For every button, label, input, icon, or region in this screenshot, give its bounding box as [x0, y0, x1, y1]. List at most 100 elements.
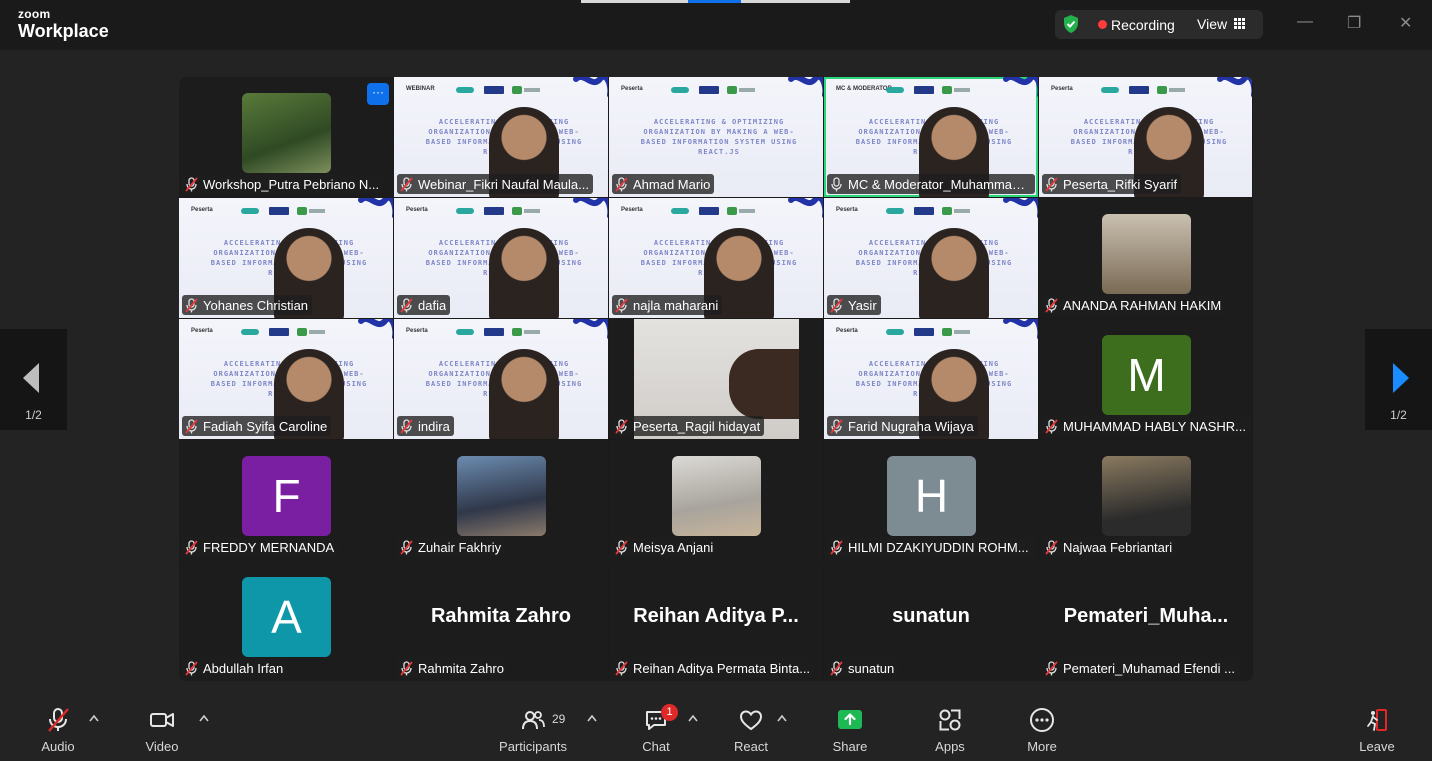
participant-name: ANANDA RAHMAN HAKIM [1063, 297, 1222, 313]
microphone-muted-icon [185, 297, 198, 313]
slide-decoration-icon [1003, 77, 1038, 98]
microphone-muted-icon [400, 297, 413, 313]
leave-button[interactable]: Leave [1337, 700, 1417, 761]
participant-name-tag: MC & Moderator_Muhammad ... [827, 174, 1035, 194]
slide-logos [886, 324, 976, 336]
participant-tile[interactable]: Najwaa Febriantari [1039, 440, 1252, 560]
video-label: Video [145, 739, 179, 754]
recording-dot-icon [1098, 20, 1107, 29]
participant-tile[interactable]: Peserta_Ragil hidayat [609, 319, 823, 439]
audio-options-chevron-up-icon[interactable] [89, 714, 99, 722]
minimize-icon[interactable]: — [1297, 13, 1313, 31]
slide-logos [1101, 82, 1191, 94]
participant-tile[interactable]: PesertaACCELERATING & OPTIMIZING ORGANIZ… [824, 319, 1038, 439]
participant-name: MC & Moderator_Muhammad ... [848, 176, 1031, 192]
recording-label[interactable]: Recording [1111, 17, 1175, 33]
profile-photo [242, 93, 331, 173]
more-button[interactable]: More [1002, 700, 1082, 761]
next-page-indicator: 1/2 [1390, 408, 1407, 422]
participant-tile[interactable]: Pemateri_Muha... Pemateri_Muhamad Efendi … [1039, 561, 1252, 681]
apps-label: Apps [935, 739, 965, 754]
participant-tile[interactable]: Meisya Anjani [609, 440, 823, 560]
participant-name-tag: Reihan Aditya Permata Binta... [612, 658, 815, 678]
top-tab-strip-active [688, 0, 741, 3]
participant-tile[interactable]: ANANDA RAHMAN HAKIM [1039, 198, 1252, 318]
leave-door-icon [1367, 709, 1387, 731]
participant-name: indira [418, 418, 450, 434]
slide-decoration-icon [573, 319, 608, 340]
participant-tile[interactable]: M MUHAMMAD HABLY NASHR... [1039, 319, 1252, 439]
participant-tile[interactable]: PesertaACCELERATING & OPTIMIZING ORGANIZ… [609, 198, 823, 318]
participant-video [489, 349, 559, 439]
participant-tile[interactable]: PesertaACCELERATING & OPTIMIZING ORGANIZ… [824, 198, 1038, 318]
participant-tile[interactable]: PesertaACCELERATING & OPTIMIZING ORGANIZ… [179, 319, 393, 439]
participant-name: Yohanes Christian [203, 297, 309, 313]
next-page-button[interactable]: 1/2 [1365, 329, 1432, 430]
slide-logos [241, 203, 331, 215]
microphone-muted-icon [1045, 297, 1058, 313]
participant-tile[interactable]: H HILMI DZAKIYUDDIN ROHM... [824, 440, 1038, 560]
participant-tile[interactable]: MC & MODERATORACCELERATING & OPTIMIZING … [824, 77, 1038, 197]
participant-display-name: sunatun [892, 605, 970, 627]
apps-button[interactable]: Apps [910, 700, 990, 761]
microphone-muted-icon [185, 418, 198, 434]
audio-label: Audio [41, 739, 75, 754]
slide-logos [671, 203, 761, 215]
apps-icon [939, 709, 961, 731]
participant-name-tag: Meisya Anjani [612, 537, 718, 557]
video-button[interactable]: Video [122, 700, 202, 761]
react-button[interactable]: React [711, 700, 791, 761]
react-options-chevron-up-icon[interactable] [777, 714, 787, 722]
participant-tile[interactable]: Zuhair Fakhriy [394, 440, 608, 560]
top-tab-strip [741, 0, 850, 3]
participant-name: HILMI DZAKIYUDDIN ROHM... [848, 539, 1029, 555]
participant-name-tag: Najwaa Febriantari [1042, 537, 1177, 557]
chat-button[interactable]: Chat [616, 700, 696, 761]
participant-tile[interactable]: F FREDDY MERNANDA [179, 440, 393, 560]
microphone-muted-icon [1045, 176, 1058, 192]
participants-button[interactable]: Participants [493, 700, 573, 761]
avatar-initial: M [1102, 335, 1191, 415]
slide-logos [456, 203, 546, 215]
slide-tag: Peserta [621, 86, 643, 92]
participant-name-tag: Rahmita Zahro [397, 658, 508, 678]
participant-name-tag: Peserta_Ragil hidayat [612, 416, 765, 436]
avatar-initial: F [242, 456, 331, 536]
prev-page-indicator: 1/2 [25, 408, 42, 422]
participant-tile[interactable]: A Abdullah Irfan [179, 561, 393, 681]
chat-options-chevron-up-icon[interactable] [688, 714, 698, 722]
more-label: More [1027, 739, 1057, 754]
close-icon[interactable]: ✕ [1399, 13, 1412, 33]
participant-name: Yasir [848, 297, 877, 313]
microphone-muted-icon [830, 539, 843, 555]
participant-name-tag: dafia [397, 295, 451, 315]
participant-tile[interactable]: ··· Workshop_Putra Pebriano N... [179, 77, 393, 197]
audio-button[interactable]: Audio [18, 700, 98, 761]
participant-name-tag: najla maharani [612, 295, 723, 315]
participant-tile[interactable]: Rahmita Zahro Rahmita Zahro [394, 561, 608, 681]
prev-page-button[interactable]: 1/2 [0, 329, 67, 430]
share-button[interactable]: Share [810, 700, 890, 761]
participants-options-chevron-up-icon[interactable] [587, 714, 597, 722]
participant-tile[interactable]: PesertaACCELERATING & OPTIMIZING ORGANIZ… [179, 198, 393, 318]
participant-tile[interactable]: Reihan Aditya P... Reihan Aditya Permata … [609, 561, 823, 681]
participant-name: Reihan Aditya Permata Binta... [633, 660, 811, 676]
shield-check-icon[interactable] [1062, 14, 1080, 34]
participant-video [489, 228, 559, 318]
participant-tile[interactable]: PesertaACCELERATING & OPTIMIZING ORGANIZ… [394, 198, 608, 318]
video-options-chevron-up-icon[interactable] [199, 714, 209, 722]
grid-view-icon[interactable] [1234, 18, 1245, 29]
participant-tile[interactable]: sunatun sunatun [824, 561, 1038, 681]
restore-icon[interactable]: ❐ [1347, 13, 1361, 33]
view-button[interactable]: View [1197, 16, 1227, 32]
participant-name-tag: Fadiah Syifa Caroline [182, 416, 332, 436]
participant-tile[interactable]: PesertaACCELERATING & OPTIMIZING ORGANIZ… [609, 77, 823, 197]
slide-tag: Peserta [836, 207, 858, 213]
tile-more-options-button[interactable]: ··· [367, 83, 389, 105]
participant-name-tag: Abdullah Irfan [182, 658, 288, 678]
microphone-muted-icon [615, 539, 628, 555]
slide-tag: Peserta [191, 207, 213, 213]
participant-tile[interactable]: WEBINARACCELERATING & OPTIMIZING ORGANIZ… [394, 77, 608, 197]
participant-tile[interactable]: PesertaACCELERATING & OPTIMIZING ORGANIZ… [1039, 77, 1252, 197]
participant-tile[interactable]: PesertaACCELERATING & OPTIMIZING ORGANIZ… [394, 319, 608, 439]
